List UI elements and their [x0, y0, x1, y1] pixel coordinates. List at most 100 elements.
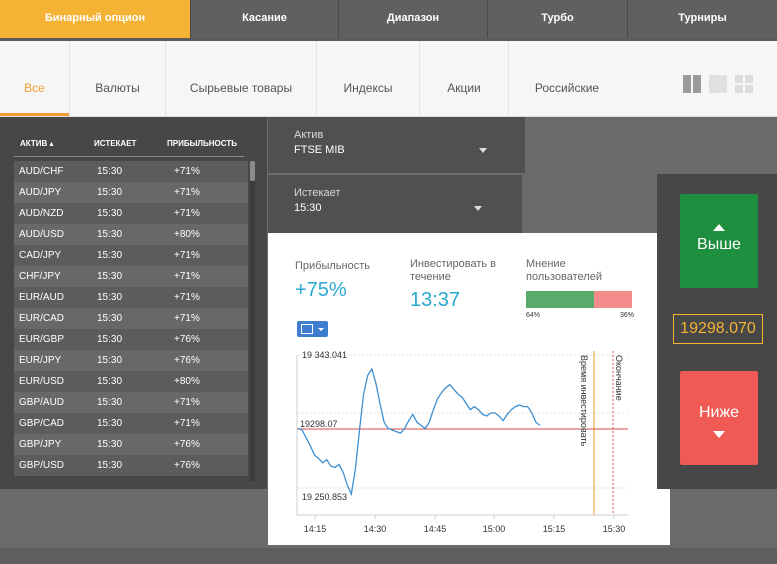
table-row[interactable]: GBP/USD 15:30 +76% — [14, 455, 248, 476]
chevron-down-icon — [479, 148, 487, 153]
row-asset: AUD/USD — [19, 229, 65, 240]
table-row[interactable]: AUD/NZD 15:30 +71% — [14, 203, 248, 224]
put-button[interactable]: Ниже — [680, 371, 758, 465]
x-tick-label: 15:00 — [483, 524, 506, 534]
row-asset: GBP/USD — [19, 460, 65, 471]
table-row[interactable]: GBP/CAD 15:30 +71% — [14, 413, 248, 434]
table-row[interactable]: EUR/CAD 15:30 +71% — [14, 308, 248, 329]
row-expiry: 15:30 — [97, 313, 123, 324]
table-row[interactable]: CAD/JPY 15:30 +71% — [14, 245, 248, 266]
x-tick-label: 15:30 — [603, 524, 626, 534]
row-asset: CHF/JPY — [19, 271, 61, 282]
split-view-icon[interactable] — [683, 75, 701, 93]
row-profit: +71% — [174, 250, 200, 261]
row-expiry: 15:30 — [97, 397, 123, 408]
x-tick-label: 14:45 — [424, 524, 447, 534]
asset-table-panel: АКТИВ ▴ ИСТЕКАЕТ ПРИБЫЛЬНОСТЬ AUD/CHF 15:… — [0, 117, 267, 489]
category-bar: Все Валюты Сырьевые товары Индексы Акции… — [0, 41, 777, 117]
category-all[interactable]: Все — [0, 41, 70, 116]
row-profit: +71% — [174, 271, 200, 282]
asset-select-label: Актив — [294, 129, 324, 141]
scroll-thumb[interactable] — [250, 161, 255, 181]
x-tick-labels: 14:15 14:30 14:45 15:00 15:15 15:30 — [304, 515, 626, 534]
single-view-icon[interactable] — [709, 75, 727, 93]
arrow-down-icon — [713, 431, 725, 438]
expiry-select-label: Истекает — [294, 187, 341, 199]
table-row[interactable]: EUR/JPY 15:30 +76% — [14, 350, 248, 371]
row-asset: EUR/JPY — [19, 355, 62, 366]
tab-tournaments[interactable]: Турниры — [628, 0, 777, 38]
tab-range[interactable]: Диапазон — [339, 0, 488, 38]
current-level-label: 19298.07 — [300, 419, 338, 429]
row-profit: +71% — [174, 418, 200, 429]
row-asset: EUR/AUD — [19, 292, 65, 303]
table-row[interactable]: AUD/CHF 15:30 +71% — [14, 161, 248, 182]
price-chart[interactable]: 19 343.041 19 250.853 19298.07 Время инв… — [268, 233, 670, 545]
tab-binary-option[interactable]: Бинарный опцион — [0, 0, 191, 38]
category-commodities[interactable]: Сырьевые товары — [166, 41, 317, 116]
row-profit: +71% — [174, 166, 200, 177]
chevron-down-icon — [474, 206, 482, 211]
row-expiry: 15:30 — [97, 334, 123, 345]
category-stocks[interactable]: Акции — [420, 41, 509, 116]
x-tick-label: 15:15 — [543, 524, 566, 534]
header-profit[interactable]: ПРИБЫЛЬНОСТЬ — [167, 139, 237, 148]
row-expiry: 15:30 — [97, 166, 123, 177]
row-expiry: 15:30 — [97, 460, 123, 471]
y-high-label: 19 343.041 — [302, 350, 347, 360]
row-asset: AUD/CHF — [19, 166, 64, 177]
row-asset: EUR/GBP — [19, 334, 65, 345]
row-expiry: 15:30 — [97, 250, 123, 261]
row-asset: GBP/AUD — [19, 397, 65, 408]
row-profit: +76% — [174, 439, 200, 450]
row-expiry: 15:30 — [97, 187, 123, 198]
header-expires[interactable]: ИСТЕКАЕТ — [94, 139, 136, 148]
asset-select[interactable]: Актив FTSE MIB — [268, 117, 525, 173]
table-row[interactable]: GBP/JPY 15:30 +76% — [14, 434, 248, 455]
category-currencies[interactable]: Валюты — [70, 41, 166, 116]
tab-touch[interactable]: Касание — [191, 0, 339, 38]
row-expiry: 15:30 — [97, 376, 123, 387]
category-russian[interactable]: Российские — [509, 41, 625, 116]
x-tick-label: 14:15 — [304, 524, 327, 534]
row-expiry: 15:30 — [97, 229, 123, 240]
call-button-label: Выше — [697, 236, 741, 253]
tab-turbo[interactable]: Турбо — [488, 0, 628, 38]
category-indices[interactable]: Индексы — [317, 41, 420, 116]
header-asset[interactable]: АКТИВ ▴ — [20, 139, 54, 148]
table-scrollbar[interactable] — [250, 161, 255, 481]
expiry-select-value: 15:30 — [294, 202, 322, 214]
row-expiry: 15:30 — [97, 439, 123, 450]
row-asset: AUD/JPY — [19, 187, 62, 198]
call-button[interactable]: Выше — [680, 194, 758, 288]
grid-view-icon[interactable] — [735, 75, 753, 93]
trade-panel: Выше 19298.070 Ниже — [657, 174, 777, 489]
row-asset: AUD/NZD — [19, 208, 64, 219]
bottom-strip — [0, 548, 777, 564]
row-profit: +76% — [174, 355, 200, 366]
row-profit: +76% — [174, 460, 200, 471]
table-row[interactable]: AUD/JPY 15:30 +71% — [14, 182, 248, 203]
product-tabs: Бинарный опцион Касание Диапазон Турбо Т… — [0, 0, 777, 38]
table-row[interactable]: EUR/AUD 15:30 +71% — [14, 287, 248, 308]
asset-rows: AUD/CHF 15:30 +71% AUD/JPY 15:30 +71% AUD/NZD 1… — [14, 161, 248, 476]
price-series-line — [297, 367, 541, 497]
y-low-label: 19 250.853 — [302, 492, 347, 502]
table-row[interactable]: AUD/USD 15:30 +80% — [14, 224, 248, 245]
asset-select-value: FTSE MIB — [294, 144, 345, 156]
arrow-up-icon — [713, 224, 725, 231]
put-button-label: Ниже — [698, 404, 740, 421]
row-profit: +80% — [174, 376, 200, 387]
invest-deadline-label: Время инвестировать — [579, 355, 589, 447]
table-row[interactable]: CHF/JPY 15:30 +71% — [14, 266, 248, 287]
row-profit: +71% — [174, 313, 200, 324]
chart-card: Прибыльность +75% Инвестировать в течение… — [268, 233, 670, 545]
table-row[interactable]: EUR/GBP 15:30 +76% — [14, 329, 248, 350]
row-asset: GBP/JPY — [19, 439, 62, 450]
row-expiry: 15:30 — [97, 271, 123, 282]
expiry-select[interactable]: Истекает 15:30 — [268, 175, 522, 233]
table-row[interactable]: EUR/USD 15:30 +80% — [14, 371, 248, 392]
table-row[interactable]: GBP/AUD 15:30 +71% — [14, 392, 248, 413]
row-expiry: 15:30 — [97, 292, 123, 303]
row-expiry: 15:30 — [97, 208, 123, 219]
